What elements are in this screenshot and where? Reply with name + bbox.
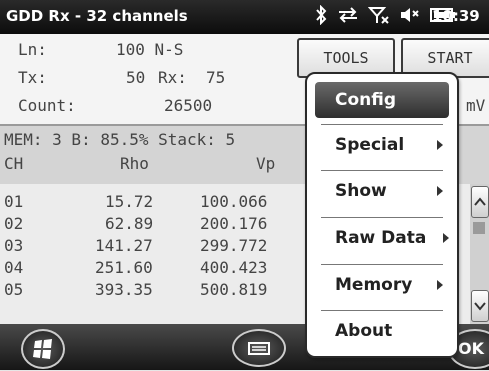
tx-value: 50	[126, 68, 146, 87]
sync-icon[interactable]	[337, 6, 359, 28]
menu-divider	[321, 264, 443, 265]
submenu-arrow-icon	[437, 280, 443, 290]
volume-icon[interactable]	[399, 6, 421, 28]
menu-item-about[interactable]: About	[315, 313, 449, 349]
keyboard-icon	[248, 342, 270, 355]
scroll-down-button[interactable]	[471, 290, 489, 322]
count-value: 26500	[164, 96, 213, 115]
menu-item-memory[interactable]: Memory	[315, 267, 449, 303]
cell-rho: 141.27	[95, 236, 153, 255]
menu-divider	[321, 124, 443, 125]
cell-ch: 02	[4, 214, 24, 233]
bluetooth-icon[interactable]	[314, 4, 328, 29]
keyboard-button[interactable]	[232, 329, 286, 367]
memory-status-text: MEM: 3 B: 85.5% Stack: 5	[4, 130, 236, 149]
unit-label: mV	[466, 96, 486, 115]
cell-rho: 393.35	[95, 280, 153, 299]
cell-rho: 251.60	[95, 258, 153, 277]
start-menu-button[interactable]	[21, 329, 65, 369]
menu-item-show[interactable]: Show	[315, 173, 449, 209]
cell-rho: 62.89	[105, 214, 154, 233]
menu-item-label: Raw Data	[335, 228, 427, 248]
ok-label: OK	[458, 339, 484, 358]
menu-item-label: About	[335, 321, 393, 341]
cell-vp: 500.819	[200, 280, 268, 299]
menu-item-config[interactable]: Config	[315, 82, 449, 118]
submenu-arrow-icon	[443, 233, 449, 243]
rx-label: Rx:	[158, 68, 187, 87]
menu-divider	[321, 310, 443, 311]
count-label: Count:	[18, 96, 76, 115]
status-bar: GDD Rx - 32 channels 10:39	[0, 0, 489, 34]
menu-item-label: Memory	[335, 275, 413, 295]
menu-item-special[interactable]: Special	[315, 127, 449, 163]
cell-ch: 05	[4, 280, 24, 299]
app-title: GDD Rx - 32 channels	[6, 7, 188, 25]
cell-vp: 299.772	[200, 236, 268, 255]
signal-off-icon[interactable]	[367, 5, 390, 29]
menu-item-label: Config	[335, 90, 397, 110]
tools-menu: Config Special Show Raw Data Memory Abou…	[305, 72, 459, 358]
clock: 10:39	[432, 7, 480, 25]
cell-ch: 01	[4, 192, 24, 211]
menu-item-raw-data[interactable]: Raw Data	[315, 220, 449, 256]
cell-vp: 200.176	[200, 214, 268, 233]
cell-ch: 04	[4, 258, 24, 277]
scroll-up-button[interactable]	[471, 186, 489, 218]
menu-divider	[321, 170, 443, 171]
cell-ch: 03	[4, 236, 24, 255]
scroll-thumb[interactable]	[473, 222, 485, 234]
chevron-down-icon	[474, 302, 486, 311]
cell-rho: 15.72	[105, 192, 154, 211]
ln-label: Ln:	[18, 40, 47, 59]
col-header-ch: CH	[4, 154, 24, 173]
cell-vp: 100.066	[200, 192, 268, 211]
tx-label: Tx:	[18, 68, 47, 87]
chevron-up-icon	[474, 197, 486, 206]
submenu-arrow-icon	[437, 140, 443, 150]
menu-item-label: Special	[335, 135, 405, 155]
col-header-rho: Rho	[120, 154, 149, 173]
menu-item-label: Show	[335, 181, 387, 201]
submenu-arrow-icon	[437, 186, 443, 196]
ln-value: 100 N-S	[116, 40, 184, 59]
rx-value: 75	[206, 68, 226, 87]
cell-vp: 400.423	[200, 258, 268, 277]
windows-logo-icon	[33, 339, 52, 359]
vertical-scrollbar[interactable]	[470, 184, 489, 324]
menu-divider	[321, 217, 443, 218]
col-header-vp: Vp	[256, 154, 276, 173]
